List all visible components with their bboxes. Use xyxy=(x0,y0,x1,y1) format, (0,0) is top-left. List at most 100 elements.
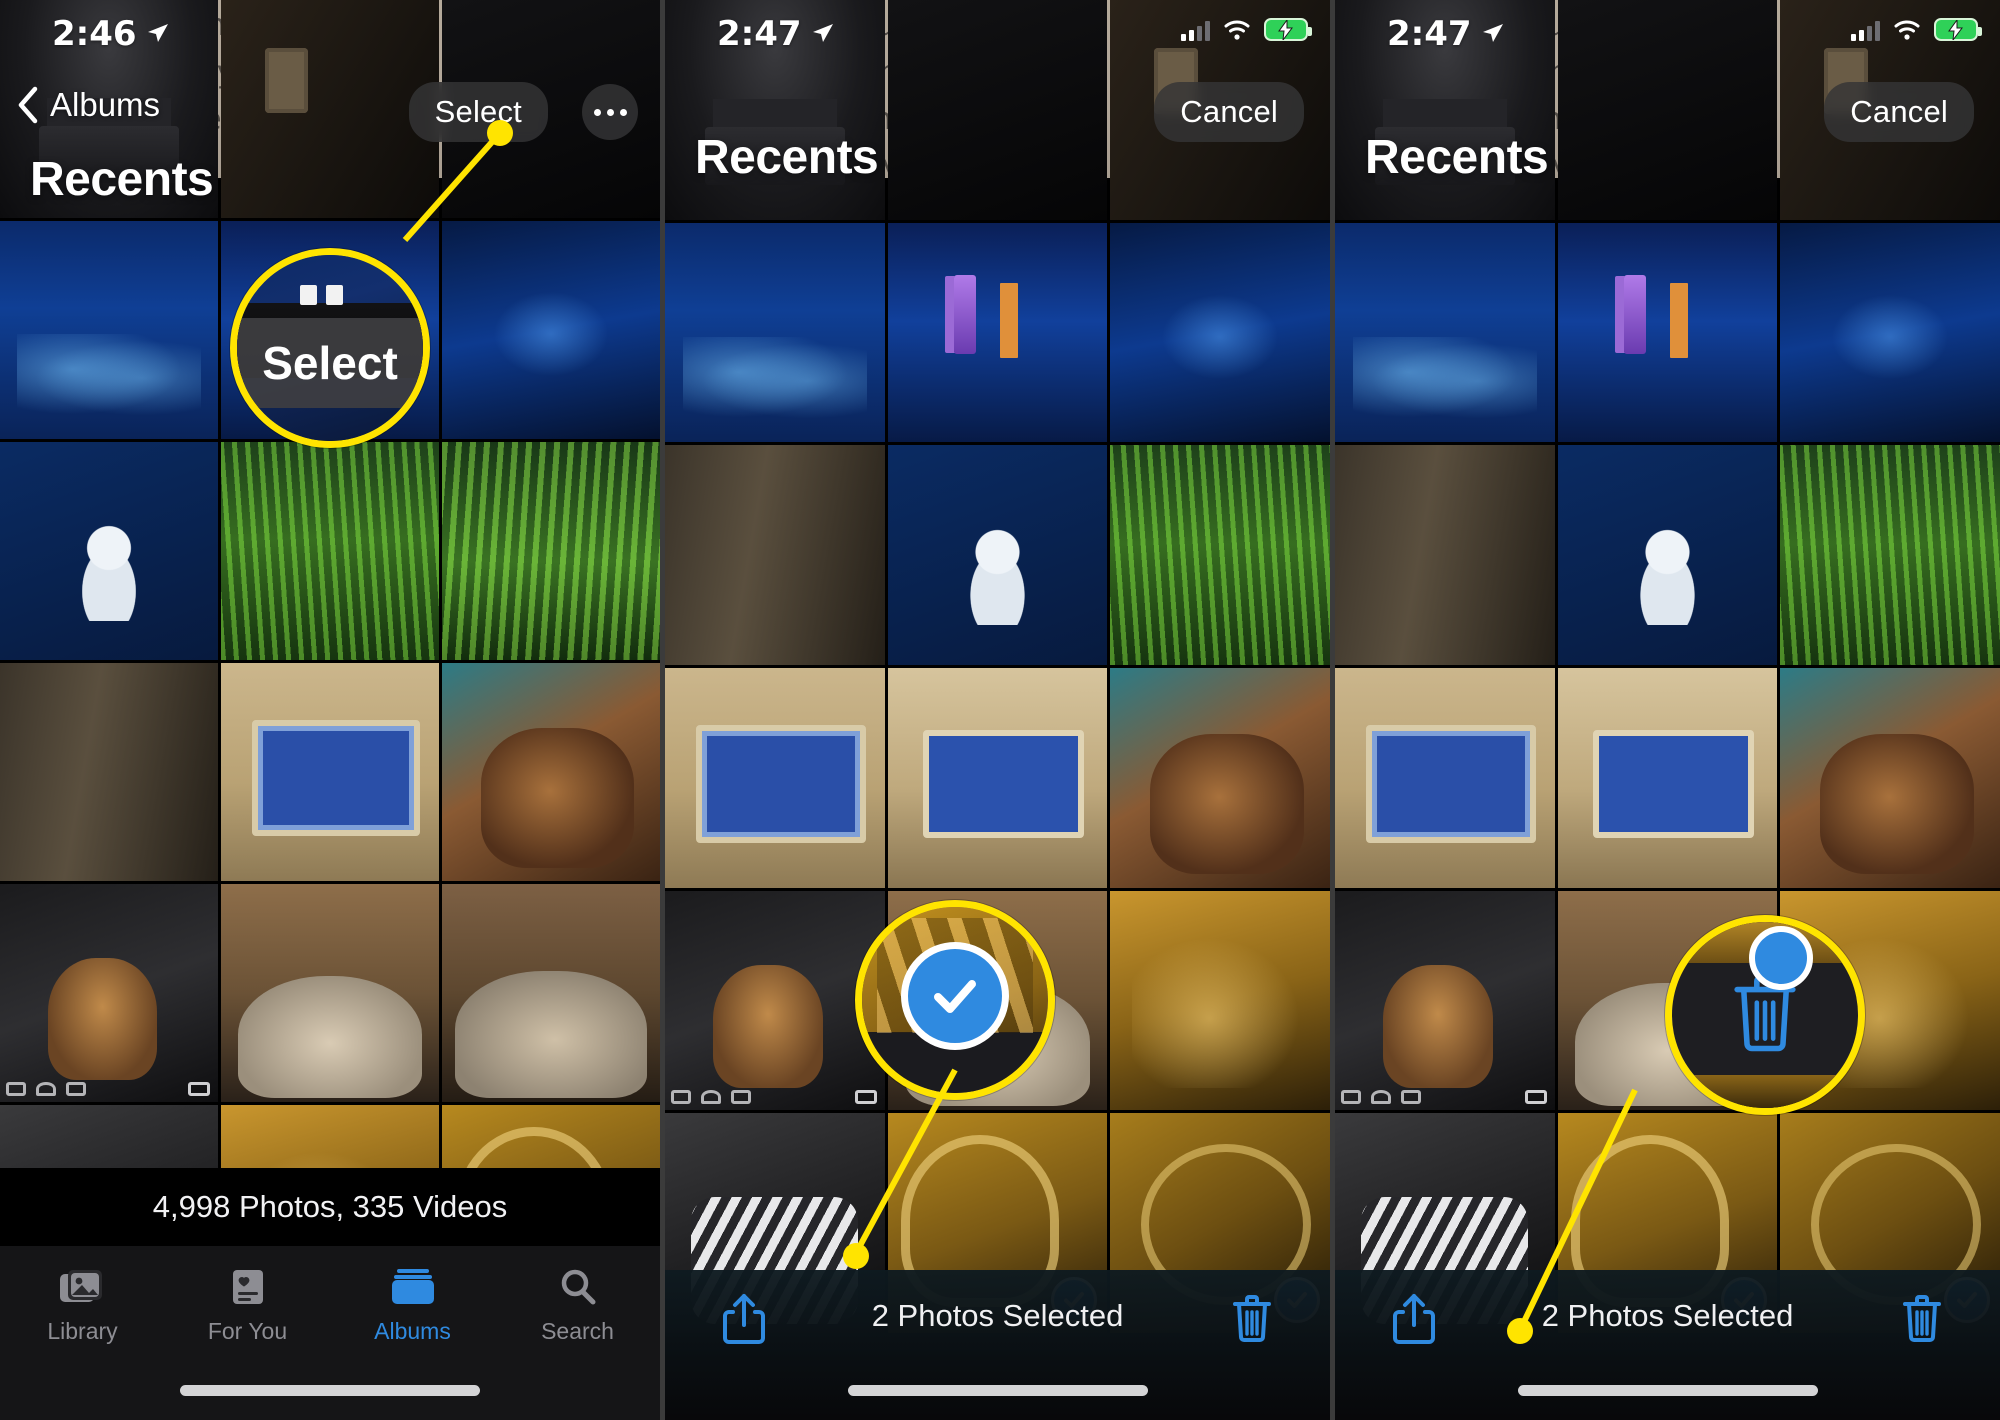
photo-thumbnail[interactable] xyxy=(665,890,885,1111)
tab-label: Albums xyxy=(374,1318,451,1344)
tab-search[interactable]: Search xyxy=(495,1266,660,1345)
magnified-checkmark-icon xyxy=(901,942,1009,1051)
three-panel-tutorial: oms made from articles; we only exis hen… xyxy=(0,0,2000,1420)
photo-image xyxy=(442,221,660,439)
photo-thumbnail[interactable] xyxy=(1780,222,2000,443)
photo-grid[interactable] xyxy=(1335,0,2000,1334)
photo-thumbnail[interactable] xyxy=(887,668,1108,888)
photo-image xyxy=(1780,445,2000,666)
photo-thumbnail[interactable] xyxy=(442,884,660,1102)
select-button[interactable]: Select xyxy=(408,82,548,142)
home-indicator xyxy=(847,1385,1148,1396)
photo-thumbnail[interactable] xyxy=(1780,668,2000,888)
photo-thumbnail[interactable] xyxy=(442,663,660,881)
tab-albums[interactable]: Albums xyxy=(330,1266,495,1345)
photo-image xyxy=(442,884,660,1102)
page-title: Recents xyxy=(30,153,214,206)
photo-thumbnail[interactable] xyxy=(1557,445,1778,666)
photo-image xyxy=(1110,668,1330,888)
photo-thumbnail[interactable] xyxy=(1110,445,1330,666)
photo-image xyxy=(1335,668,1555,888)
photo-image xyxy=(1557,445,1778,666)
photo-image xyxy=(1557,668,1778,888)
photo-thumbnail[interactable] xyxy=(1780,445,2000,666)
photo-image xyxy=(0,221,218,439)
photo-thumbnail[interactable] xyxy=(1557,222,1778,443)
magnifier-trash xyxy=(1665,915,1865,1115)
panel-1-albums-recents: oms made from articles; we only exis hen… xyxy=(0,0,660,1420)
photo-thumbnail[interactable] xyxy=(665,222,885,443)
photo-image xyxy=(1110,890,1330,1111)
photo-thumbnail[interactable] xyxy=(1335,668,1555,888)
photo-image xyxy=(442,442,660,660)
albums-folder-icon xyxy=(388,1266,438,1310)
photo-image xyxy=(887,668,1108,888)
cancel-button[interactable]: Cancel xyxy=(1824,82,1974,142)
photo-thumbnail[interactable] xyxy=(665,668,885,888)
for-you-card-icon xyxy=(223,1266,273,1310)
photo-thumbnail[interactable] xyxy=(221,442,439,660)
photo-thumbnail[interactable] xyxy=(887,222,1108,443)
tab-for-you[interactable]: For You xyxy=(165,1266,330,1345)
photo-thumbnail[interactable] xyxy=(0,221,218,439)
photo-thumbnail[interactable] xyxy=(0,442,218,660)
photo-thumbnail[interactable] xyxy=(0,884,218,1102)
tab-label: For You xyxy=(207,1318,288,1344)
photo-thumbnail[interactable] xyxy=(1335,222,1555,443)
photo-image xyxy=(1335,222,1555,443)
photo-thumbnail[interactable] xyxy=(0,663,218,881)
trash-icon xyxy=(1233,1295,1271,1342)
photo-thumbnail[interactable] xyxy=(442,442,660,660)
photo-image xyxy=(442,663,660,881)
chevron-left-icon xyxy=(18,86,38,124)
photo-count-label: 4,998 Photos, 335 Videos xyxy=(0,1168,660,1246)
photo-image xyxy=(221,884,439,1102)
photo-thumbnail[interactable] xyxy=(221,663,439,881)
magnifier-select: Select xyxy=(230,248,430,448)
photo-image xyxy=(665,222,885,443)
photo-image xyxy=(221,442,439,660)
photo-library-icon xyxy=(58,1266,108,1310)
photo-image xyxy=(1780,668,2000,888)
more-options-icon[interactable] xyxy=(582,84,638,140)
panel-2-selection-mode: ont exist. because as eings made from to… xyxy=(665,0,1330,1420)
photo-image xyxy=(887,222,1108,443)
magnified-partial-checkmark xyxy=(1749,925,1814,990)
photo-grid[interactable] xyxy=(665,0,1330,1334)
magnified-select-label: Select xyxy=(237,317,423,408)
photo-thumbnail[interactable] xyxy=(442,221,660,439)
photo-thumbnail[interactable] xyxy=(1110,222,1330,443)
tab-label: Search xyxy=(541,1318,614,1344)
photo-thumbnail[interactable] xyxy=(665,445,885,666)
delete-button[interactable] xyxy=(1230,1292,1274,1349)
callout-anchor-dot xyxy=(1507,1318,1533,1344)
photo-thumbnail[interactable] xyxy=(1110,668,1330,888)
photo-image xyxy=(665,668,885,888)
photo-image xyxy=(1557,222,1778,443)
callout-anchor-dot xyxy=(843,1243,869,1269)
tab-library[interactable]: Library xyxy=(0,1266,165,1345)
cancel-button[interactable]: Cancel xyxy=(1154,82,1304,142)
photo-thumbnail[interactable] xyxy=(1557,668,1778,888)
trash-icon xyxy=(1903,1295,1941,1342)
photo-thumbnail[interactable] xyxy=(1335,445,1555,666)
photo-image xyxy=(1335,445,1555,666)
photo-thumbnail[interactable] xyxy=(221,884,439,1102)
back-to-albums-button[interactable]: Albums xyxy=(16,86,160,124)
photo-thumbnail[interactable] xyxy=(1110,890,1330,1111)
photo-thumbnail[interactable] xyxy=(1335,890,1555,1111)
photo-image xyxy=(665,890,885,1111)
delete-button[interactable] xyxy=(1900,1292,1944,1349)
photo-image xyxy=(1110,445,1330,666)
callout-anchor-dot xyxy=(487,120,513,146)
photo-image xyxy=(0,884,218,1102)
media-badge-icons xyxy=(1341,1090,1421,1105)
selection-toolbar: 2 Photos Selected xyxy=(1335,1270,2000,1420)
back-label: Albums xyxy=(50,86,161,123)
nav-bar: Cancel xyxy=(665,82,1330,152)
photo-image xyxy=(665,445,885,666)
selection-toolbar: 2 Photos Selected xyxy=(665,1270,1330,1420)
home-indicator xyxy=(1517,1385,1818,1396)
magnifier-checkmark xyxy=(855,900,1055,1100)
photo-thumbnail[interactable] xyxy=(887,445,1108,666)
